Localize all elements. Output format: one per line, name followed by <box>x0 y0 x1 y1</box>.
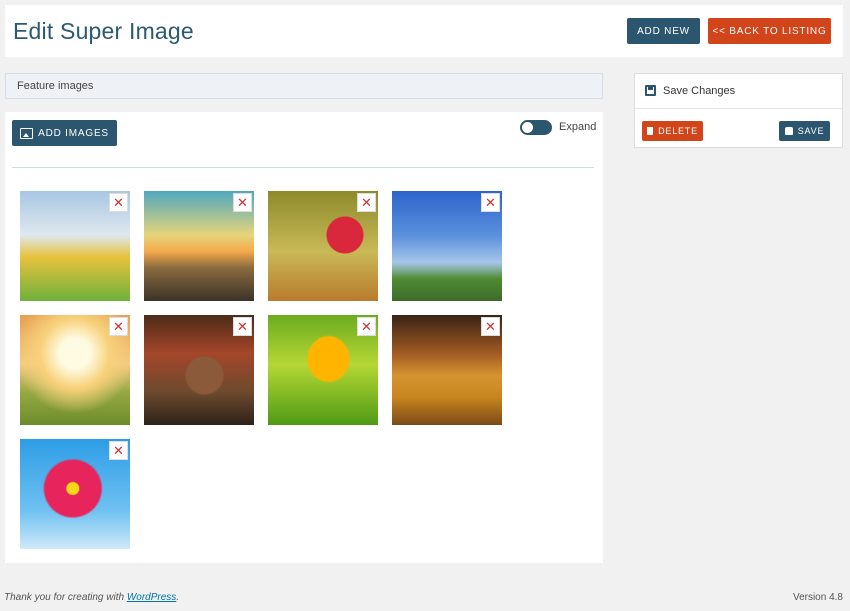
thumbs-up-icon <box>785 127 793 135</box>
save-label: SAVE <box>798 126 825 136</box>
remove-image-icon[interactable]: ✕ <box>109 441 128 460</box>
save-changes-title: Save Changes <box>663 85 735 97</box>
image-thumbnail[interactable]: ✕ <box>392 315 502 425</box>
image-thumbnail[interactable]: ✕ <box>144 315 254 425</box>
wordpress-link[interactable]: WordPress <box>127 592 176 603</box>
delete-button[interactable]: DELETE <box>642 121 703 141</box>
image-thumbnail[interactable]: ✕ <box>268 191 378 301</box>
feature-images-label: Feature images <box>17 80 93 92</box>
remove-image-icon[interactable]: ✕ <box>109 317 128 336</box>
save-changes-box: Save Changes DELETE SAVE <box>634 73 843 148</box>
image-thumbnail[interactable]: ✕ <box>144 191 254 301</box>
expand-toggle[interactable] <box>520 120 552 135</box>
footer-credit: Thank you for creating with WordPress. <box>4 592 179 603</box>
image-icon <box>20 128 33 139</box>
expand-label: Expand <box>559 121 596 133</box>
footer-period: . <box>176 592 179 603</box>
remove-image-icon[interactable]: ✕ <box>357 193 376 212</box>
image-thumbnail[interactable]: ✕ <box>392 191 502 301</box>
add-new-button[interactable]: ADD NEW <box>627 18 700 44</box>
page-title: Edit Super Image <box>13 18 194 45</box>
trash-icon <box>647 127 653 135</box>
add-images-label: ADD IMAGES <box>38 128 109 139</box>
floppy-disk-icon <box>645 85 656 96</box>
toggle-knob <box>522 122 533 133</box>
feature-images-bar: Feature images <box>5 73 603 99</box>
image-thumbnail[interactable]: ✕ <box>268 315 378 425</box>
version-text: Version 4.8 <box>793 592 843 603</box>
back-to-listing-button[interactable]: << BACK TO LISTING <box>708 18 831 44</box>
divider <box>12 167 594 168</box>
remove-image-icon[interactable]: ✕ <box>233 317 252 336</box>
remove-image-icon[interactable]: ✕ <box>233 193 252 212</box>
image-thumbnail[interactable]: ✕ <box>20 315 130 425</box>
image-thumbnail[interactable]: ✕ <box>20 191 130 301</box>
remove-image-icon[interactable]: ✕ <box>481 193 500 212</box>
add-images-button[interactable]: ADD IMAGES <box>12 120 117 146</box>
page-header: Edit Super Image ADD NEW << BACK TO LIST… <box>5 5 843 57</box>
save-button[interactable]: SAVE <box>779 121 830 141</box>
feature-images-panel: ADD IMAGES Expand ✕ ✕ ✕ ✕ ✕ ✕ ✕ ✕ ✕ <box>5 112 603 563</box>
delete-label: DELETE <box>658 126 698 136</box>
image-thumbnail[interactable]: ✕ <box>20 439 130 549</box>
footer-thanks: Thank you for creating with <box>4 592 127 603</box>
remove-image-icon[interactable]: ✕ <box>109 193 128 212</box>
remove-image-icon[interactable]: ✕ <box>481 317 500 336</box>
save-changes-header: Save Changes <box>635 74 842 109</box>
remove-image-icon[interactable]: ✕ <box>357 317 376 336</box>
